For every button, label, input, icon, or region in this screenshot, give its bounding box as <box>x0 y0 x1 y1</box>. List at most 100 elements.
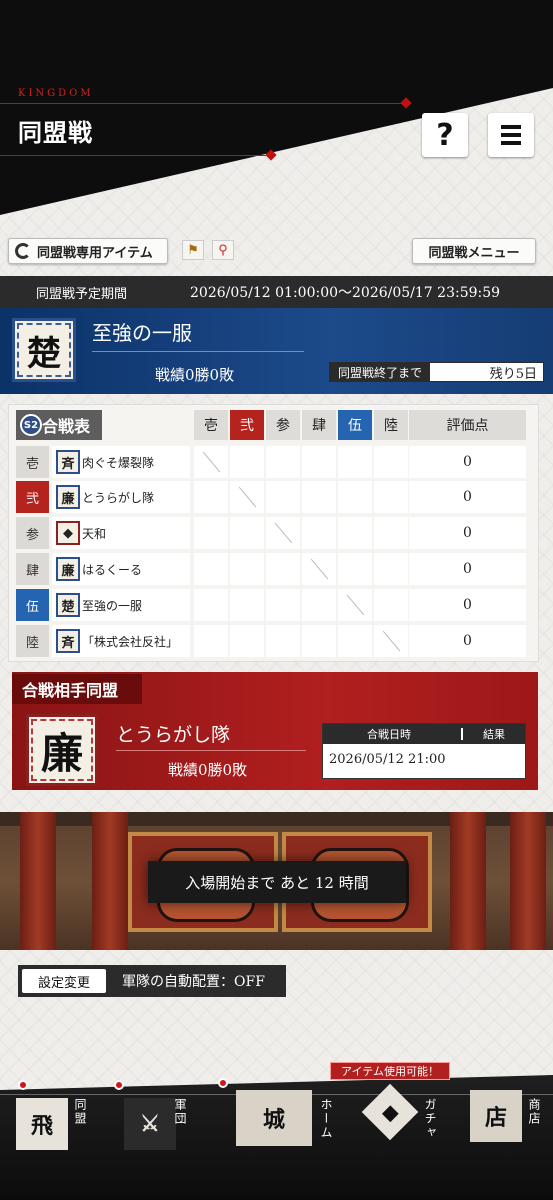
match-cell <box>194 589 228 621</box>
table-row-name[interactable]: 楚至強の一服 <box>52 589 190 621</box>
opponent-divider <box>116 750 306 751</box>
match-cell <box>338 446 372 478</box>
column-header: 陸 <box>374 410 408 440</box>
settings-bar: 設定変更 軍隊の自動配置：OFF <box>18 965 286 997</box>
alliance-name-cell: 天和 <box>82 526 107 541</box>
settings-change-button[interactable]: 設定変更 <box>22 969 106 993</box>
period-bar: 同盟戦予定期間 2026/05/12 01:00:00～2026/05/17 2… <box>0 276 553 308</box>
battle-schedule-header: 合戦日時 結果 <box>323 724 525 744</box>
match-cell <box>266 446 300 478</box>
battle-date-header: 合戦日時 <box>367 728 411 741</box>
opponent-emblem-glyph: 廉 <box>40 728 83 778</box>
table-row-name[interactable]: ◆ 天和 <box>52 517 190 549</box>
match-cell <box>230 625 264 657</box>
alliance-name-cell: 「株式会社反社」 <box>82 634 179 649</box>
alliance-name-cell: 至強の一服 <box>82 598 143 613</box>
match-cell <box>194 446 228 478</box>
match-cell <box>194 625 228 657</box>
shop-nav-icon[interactable]: 店 <box>470 1090 522 1142</box>
nav-label-army: 軍団 <box>173 1098 187 1126</box>
battle-date: 2026/05/12 21:00 <box>329 752 446 767</box>
alliance-name-cell: 肉ぐそ爆裂隊 <box>82 455 155 470</box>
match-cell <box>194 517 228 549</box>
pin-icon[interactable]: ⚲ <box>212 240 234 260</box>
table-row-name[interactable]: 斉肉ぐそ爆裂隊 <box>52 446 190 478</box>
column-header: 壱 <box>194 410 228 440</box>
opponent-record: 戦績0勝0敗 <box>168 761 248 779</box>
gacha-icon: ◆ <box>381 1098 399 1125</box>
match-cell <box>302 589 336 621</box>
gate-pillar <box>92 812 128 950</box>
army-nav-icon[interactable]: ⚔ <box>124 1098 176 1150</box>
period-label: 同盟戦予定期間 <box>36 286 128 302</box>
alliance-item-button[interactable]: 同盟戦専用アイテム <box>8 238 168 264</box>
match-cell <box>194 481 228 513</box>
nav-label-shop: 商店 <box>527 1098 541 1126</box>
row-label: 参 <box>16 517 49 549</box>
home-nav-icon[interactable]: 城 <box>236 1090 312 1146</box>
match-cell <box>230 481 264 513</box>
score-cell: 0 <box>409 553 526 585</box>
match-cell <box>302 553 336 585</box>
score-cell: 0 <box>409 625 526 657</box>
alliance-emblem-icon: 楚 <box>56 593 80 617</box>
table-row-name[interactable]: 廉はるくーる <box>52 553 190 585</box>
alliance-item-label: 同盟戦専用アイテム <box>37 245 153 261</box>
match-cell <box>338 553 372 585</box>
alliance-emblem-icon: 廉 <box>56 557 80 581</box>
nav-label-alliance: 同盟 <box>73 1098 87 1126</box>
menu-icon-bar <box>501 141 521 145</box>
match-cell <box>338 517 372 549</box>
opponent-tab: 合戦相手同盟 <box>12 674 142 704</box>
header-divider <box>0 103 405 104</box>
item-available-badge: アイテム使用可能！ <box>330 1062 450 1080</box>
score-cell: 0 <box>409 481 526 513</box>
nav-label-home: ホーム <box>319 1098 333 1140</box>
match-cell <box>374 589 408 621</box>
match-cell <box>194 553 228 585</box>
match-cell <box>266 481 300 513</box>
remaining-value: 残り5日 <box>489 366 537 382</box>
battle-table-title-text: 合戦表 <box>42 417 91 436</box>
score-header: 評価点 <box>409 410 526 440</box>
alliance-emblem-icon: 斉 <box>56 629 80 653</box>
help-button[interactable]: ? <box>422 113 468 157</box>
season-badge: S2 <box>20 414 42 436</box>
notification-dot <box>218 1078 228 1088</box>
battle-result-header: 結果 <box>483 728 505 741</box>
menu-button[interactable] <box>488 113 534 157</box>
match-cell <box>230 589 264 621</box>
opponent-emblem: 廉 <box>26 714 98 786</box>
match-cell <box>230 446 264 478</box>
alliance-divider <box>92 351 304 352</box>
gate-pillar <box>510 812 546 950</box>
match-cell <box>374 553 408 585</box>
column-header: 参 <box>266 410 300 440</box>
alliance-nav-icon[interactable]: 飛 <box>16 1098 68 1150</box>
match-cell <box>266 553 300 585</box>
column-header: 肆 <box>302 410 336 440</box>
remaining-time-box: 同盟戦終了まで 残り5日 <box>329 362 544 382</box>
alliance-menu-button[interactable]: 同盟戦メニュー <box>412 238 536 264</box>
battle-schedule-box: 合戦日時 結果 2026/05/12 21:00 <box>322 723 526 779</box>
table-row-name[interactable]: 斉「株式会社反社」 <box>52 625 190 657</box>
notification-dot <box>114 1080 124 1090</box>
match-cell <box>302 446 336 478</box>
help-icon: ? <box>436 117 454 153</box>
row-label: 弐 <box>16 481 49 513</box>
match-cell <box>266 517 300 549</box>
alliance-name-cell: はるくーる <box>82 562 143 577</box>
entry-countdown: 入場開始まで あと 12 時間 <box>148 861 406 903</box>
match-cell <box>266 625 300 657</box>
flag-icon[interactable]: ⚑ <box>182 240 204 260</box>
refresh-icon <box>15 243 31 259</box>
row-label: 陸 <box>16 625 49 657</box>
column-header: 伍 <box>338 410 372 440</box>
table-row-name[interactable]: 廉とうらがし隊 <box>52 481 190 513</box>
match-cell <box>374 517 408 549</box>
remaining-label: 同盟戦終了まで <box>330 363 430 381</box>
notification-dot <box>18 1080 28 1090</box>
match-cell <box>338 589 372 621</box>
match-cell <box>230 553 264 585</box>
auto-deploy-status: 軍隊の自動配置：OFF <box>122 974 265 990</box>
